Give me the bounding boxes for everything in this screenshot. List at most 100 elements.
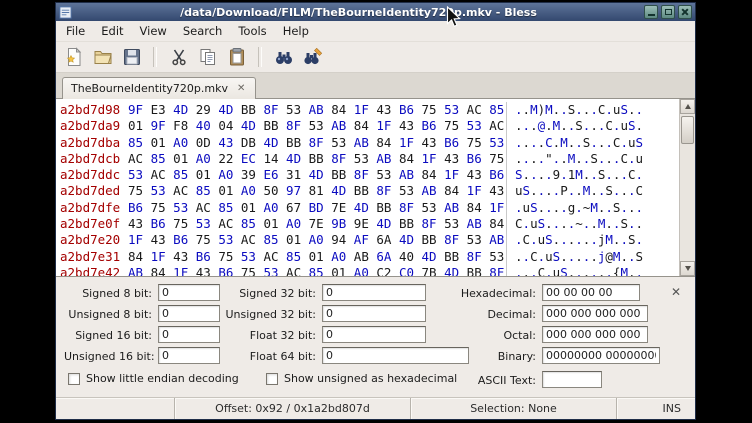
ascii-char[interactable]: M	[605, 232, 613, 247]
hex-byte[interactable]: B6	[128, 200, 143, 215]
ascii-char[interactable]: C	[538, 265, 546, 276]
ascii-char[interactable]: .	[605, 102, 613, 117]
ascii-char[interactable]: .	[530, 151, 538, 166]
hex-byte[interactable]: AB	[391, 167, 414, 182]
hex-byte[interactable]: B6	[414, 118, 437, 133]
hex-byte[interactable]: 84	[346, 118, 369, 133]
ascii-char[interactable]: .	[515, 118, 523, 133]
hex-bytes-cell[interactable]: B6 75 53 AC 85 01 A0 67 BD 7E 4D BB 8F 5…	[128, 200, 506, 216]
hex-bytes-cell[interactable]: AB 84 1F 43 B6 75 53 AC 85 01 A0 C2 C0 7…	[128, 265, 506, 276]
hex-byte[interactable]: 53	[437, 102, 460, 117]
ascii-char[interactable]: .	[590, 102, 598, 117]
ascii-char[interactable]: .	[530, 265, 538, 276]
hex-byte[interactable]: 4D	[437, 265, 460, 276]
ascii-char[interactable]: .	[636, 232, 644, 247]
hex-byte[interactable]: 4D	[346, 200, 369, 215]
hex-byte[interactable]: 4D	[301, 167, 324, 182]
hex-byte[interactable]: 43	[369, 102, 392, 117]
ascii-char[interactable]: .	[620, 200, 628, 215]
ascii-char[interactable]: S	[545, 232, 553, 247]
hex-byte[interactable]: AC	[256, 249, 279, 264]
float-32-bit-input[interactable]	[322, 326, 426, 343]
hex-byte[interactable]: 75	[233, 265, 256, 276]
unsigned-32-bit-input[interactable]	[322, 305, 426, 322]
hex-byte[interactable]: 85	[301, 265, 324, 276]
signed-16-bit-input[interactable]	[158, 326, 220, 343]
hex-byte[interactable]: A0	[279, 216, 302, 231]
hex-byte[interactable]: 84	[459, 200, 482, 215]
hex-bytes-cell[interactable]: 53 AC 85 01 A0 39 E6 31 4D BB 8F 53 AB 8…	[128, 167, 506, 183]
ascii-char[interactable]: .	[523, 265, 531, 276]
hex-byte[interactable]: A0	[256, 200, 279, 215]
ascii-char[interactable]: .	[538, 151, 546, 166]
hex-byte[interactable]: A0	[211, 167, 234, 182]
hex-byte[interactable]: 53	[143, 183, 166, 198]
hex-byte[interactable]: 8F	[459, 249, 482, 264]
ascii-char[interactable]: .	[545, 118, 553, 133]
menu-view[interactable]: View	[132, 22, 175, 40]
hex-byte[interactable]: 9F	[143, 118, 166, 133]
hex-byte[interactable]: 85	[279, 249, 302, 264]
ascii-char[interactable]: .	[530, 135, 538, 150]
hex-byte[interactable]: BB	[346, 183, 369, 198]
ascii-char[interactable]: .	[575, 249, 583, 264]
hex-byte[interactable]: 85	[143, 151, 166, 166]
hex-byte[interactable]: A0	[324, 249, 347, 264]
hex-byte[interactable]: AB	[369, 151, 392, 166]
ascii-char[interactable]: .	[545, 200, 553, 215]
ascii-char[interactable]: u	[545, 249, 553, 264]
unsigned-8-bit-input[interactable]	[158, 305, 220, 322]
ascii-cell[interactable]: ....C.M..S...C.uS	[506, 135, 679, 151]
hex-bytes-cell[interactable]: 01 9F F8 40 04 4D BB 8F 53 AB 84 1F 43 B…	[128, 118, 506, 134]
hex-byte[interactable]: 53	[256, 265, 279, 276]
ascii-char[interactable]: .	[530, 118, 538, 133]
ascii-char[interactable]: M	[530, 102, 538, 117]
hex-byte[interactable]: 84	[369, 135, 392, 150]
ascii-char[interactable]: u	[620, 118, 628, 133]
hex-byte[interactable]: 85	[166, 167, 189, 182]
hex-byte[interactable]: 22	[211, 151, 234, 166]
hex-bytes-cell[interactable]: 1F 43 B6 75 53 AC 85 01 A0 94 AF 6A 4D B…	[128, 232, 506, 248]
minimize-button[interactable]	[644, 5, 658, 19]
scrollbar-track[interactable]	[680, 114, 695, 261]
save-file-button[interactable]	[118, 44, 145, 70]
ascii-cell[interactable]: ...@.M..S...C.uS.	[506, 118, 679, 134]
hex-byte[interactable]: 1F	[391, 135, 414, 150]
hex-bytes-cell[interactable]: 9F E3 4D 29 4D BB 8F 53 AB 84 1F 43 B6 7…	[128, 102, 506, 118]
ascii-char[interactable]: .	[620, 232, 628, 247]
maximize-button[interactable]	[661, 5, 675, 19]
ascii-char[interactable]: @	[605, 249, 613, 264]
ascii-char[interactable]: .	[575, 135, 583, 150]
ascii-char[interactable]: .	[560, 167, 568, 182]
hex-byte[interactable]: 43	[414, 135, 437, 150]
ascii-char[interactable]: .	[560, 151, 568, 166]
scroll-up-button[interactable]	[680, 99, 695, 114]
ascii-char[interactable]: S	[636, 249, 644, 264]
hex-byte[interactable]: 01	[211, 183, 234, 198]
hex-byte[interactable]: 4D	[256, 135, 279, 150]
hex-byte[interactable]: A0	[233, 183, 256, 198]
menu-search[interactable]: Search	[175, 22, 231, 40]
ascii-char[interactable]: S	[628, 232, 636, 247]
ascii-char[interactable]: C	[636, 183, 644, 198]
ascii-char[interactable]: M	[620, 265, 628, 276]
hex-byte[interactable]: AB	[459, 216, 482, 231]
hex-byte[interactable]: 4D	[166, 102, 189, 117]
hex-byte[interactable]: B6	[391, 102, 414, 117]
ascii-cell[interactable]: .C.uS......jM..S.	[506, 232, 679, 248]
hex-byte[interactable]: AC	[211, 216, 234, 231]
hex-byte[interactable]: BB	[437, 249, 460, 264]
hex-byte[interactable]: 75	[166, 216, 189, 231]
unsigned-as-hex-checkbox[interactable]	[266, 373, 278, 385]
ascii-char[interactable]: S	[575, 118, 583, 133]
ascii-char[interactable]: .	[545, 183, 553, 198]
hex-byte[interactable]: 1F	[166, 265, 189, 276]
hex-byte[interactable]: 97	[279, 183, 302, 198]
ascii-char[interactable]: .	[515, 200, 523, 215]
ascii-char[interactable]: .	[590, 216, 598, 231]
menu-edit[interactable]: Edit	[93, 22, 131, 40]
ascii-char[interactable]: S	[620, 216, 628, 231]
ascii-char[interactable]: .	[605, 265, 613, 276]
ascii-char[interactable]: .	[636, 167, 644, 182]
ascii-char[interactable]: .	[560, 200, 568, 215]
